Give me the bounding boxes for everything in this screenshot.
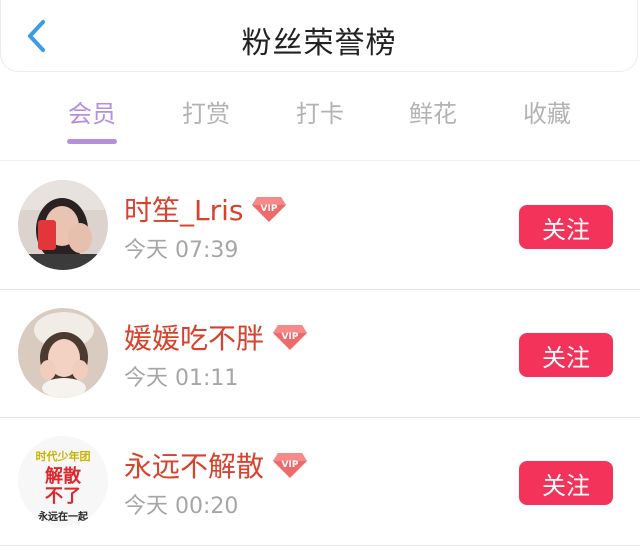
row-divider [0,545,640,546]
fan-time: 今天 01:11 [124,366,239,391]
tab-members-label: 会员 [68,100,116,128]
name-line: 永远不解散 VIP [124,445,308,485]
tab-flowers[interactable]: 鲜花 [383,94,483,129]
avatar-text-top: 时代少年团 [36,449,91,463]
tab-checkin-label: 打卡 [296,100,344,128]
vip-badge-text: VIP [282,332,299,342]
avatar-text-mid1: 解散 [45,465,82,487]
vip-badge-text: VIP [261,204,278,214]
fan-time: 今天 00:20 [124,494,239,519]
name-line: 媛媛吃不胖 VIP [124,317,308,357]
fan-list-item: 时笙_Lris VIP 今天 07:39 关注 [0,162,640,290]
vip-diamond-icon: VIP [273,325,308,350]
tab-active-indicator [67,139,117,144]
fan-name[interactable]: 永远不解散 [124,445,264,485]
follow-button[interactable]: 关注 [519,205,613,249]
tab-favorites[interactable]: 收藏 [497,94,597,129]
tab-rewards-label: 打赏 [182,100,230,128]
name-line: 时笙_Lris VIP [124,189,287,229]
tabs-divider [0,160,640,161]
fan-name[interactable]: 媛媛吃不胖 [124,317,264,357]
avatar-poster: 时代少年团 解散 不了 永远在一起 [18,436,108,526]
fan-list-item: 媛媛吃不胖 VIP 今天 01:11 关注 [0,290,640,418]
avatar-photo [18,308,108,398]
follow-button[interactable]: 关注 [519,461,613,505]
follow-button[interactable]: 关注 [519,333,613,377]
avatar-text-bottom: 永远在一起 [37,510,89,523]
page-title: 粉丝荣誉榜 [241,26,397,61]
tab-rewards[interactable]: 打赏 [156,94,256,129]
avatar-photo [18,180,108,270]
fan-list-item: 时代少年团 解散 不了 永远在一起 永远不解散 VIP 今天 00:20 关注 [0,418,640,546]
tab-bar: 会员 打赏 打卡 鲜花 收藏 [0,86,640,144]
tab-favorites-label: 收藏 [523,100,571,128]
avatar[interactable] [18,180,108,270]
vip-diamond-icon: VIP [273,453,308,478]
fan-name[interactable]: 时笙_Lris [124,189,243,229]
avatar-text-mid2: 不了 [45,486,81,507]
vip-diamond-icon: VIP [252,197,287,222]
tab-members[interactable]: 会员 [42,94,142,144]
avatar[interactable] [18,308,108,398]
fan-time: 今天 07:39 [124,238,239,263]
top-bar: 粉丝荣誉榜 [0,0,638,72]
tab-flowers-label: 鲜花 [409,100,457,128]
tab-checkin[interactable]: 打卡 [270,94,370,129]
avatar[interactable]: 时代少年团 解散 不了 永远在一起 [18,436,108,526]
vip-badge-text: VIP [282,460,299,470]
